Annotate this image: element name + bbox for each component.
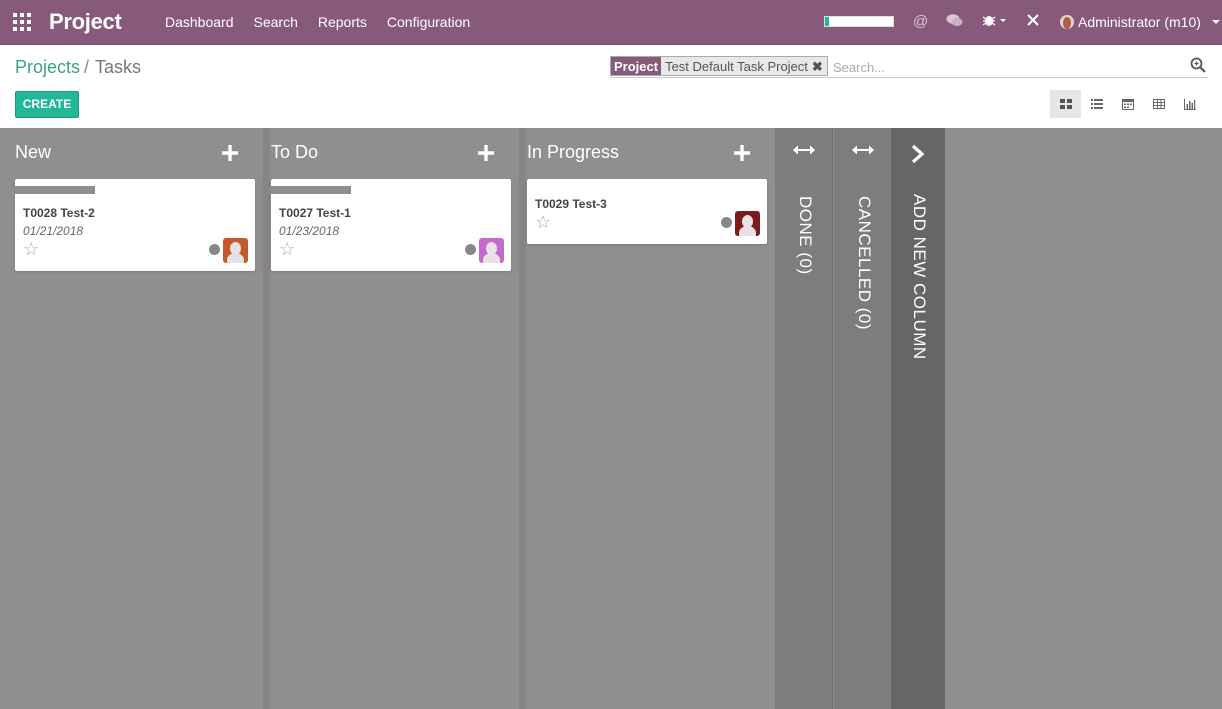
facet-value: Test Default Task Project [665, 59, 808, 74]
facet-value-wrap: Test Default Task Project ✖ [661, 57, 827, 75]
add-column-label: ADD NEW COLUMN [910, 194, 929, 360]
column-title: To Do [271, 142, 319, 162]
kanban-column-new: New T0028 Test-2 01/21/2018 ☆ [0, 128, 263, 709]
kanban-card[interactable]: T0029 Test-3 ☆ [527, 179, 767, 244]
folded-column-done[interactable]: DONE (0) [775, 128, 833, 709]
pivot-view-button[interactable] [1143, 90, 1174, 118]
user-menu[interactable]: Administrator (m10) [1060, 14, 1221, 30]
kanban-board: New T0028 Test-2 01/21/2018 ☆ To Do T002… [0, 128, 1222, 709]
breadcrumb-separator: / [84, 57, 90, 77]
priority-star-icon[interactable]: ☆ [279, 240, 295, 258]
avatar-body [483, 253, 500, 263]
search-view: Project Test Default Task Project ✖ [610, 56, 1208, 78]
column-title: In Progress [527, 142, 620, 162]
card-deadline: 01/23/2018 [279, 224, 340, 238]
top-navbar: Project Dashboard Search Reports Configu… [0, 0, 1222, 45]
chat-icon[interactable] [946, 13, 963, 32]
card-color-bar [15, 186, 95, 194]
calendar-view-button[interactable] [1112, 90, 1143, 118]
debug-bug-icon[interactable] [982, 13, 1006, 32]
kanban-state-dot[interactable] [209, 244, 220, 255]
kanban-card[interactable]: T0028 Test-2 01/21/2018 ☆ [15, 179, 255, 271]
search-input[interactable] [833, 58, 1173, 76]
add-new-column[interactable]: ADD NEW COLUMN [892, 128, 945, 709]
expand-arrows-icon [852, 145, 874, 155]
assignee-avatar [479, 238, 504, 263]
bar-chart-icon [1183, 98, 1195, 110]
avatar-body [739, 226, 756, 236]
card-title: T0027 Test-1 [279, 206, 351, 220]
kanban-card[interactable]: T0027 Test-1 01/23/2018 ☆ [271, 179, 511, 271]
breadcrumb: Projects / Tasks [15, 57, 141, 78]
menu-item-dashboard[interactable]: Dashboard [165, 14, 234, 30]
card-deadline: 01/21/2018 [23, 224, 84, 238]
plus-icon-svg [222, 145, 238, 161]
card-color-bar [271, 186, 351, 194]
assignee-avatar [223, 238, 248, 263]
pivot-table-icon [1152, 99, 1165, 109]
list-view-icon [1090, 99, 1103, 109]
menu-item-configuration[interactable]: Configuration [387, 14, 470, 30]
facet-remove-icon[interactable]: ✖ [812, 58, 823, 74]
user-name: Administrator (m10) [1078, 14, 1201, 30]
kanban-state-dot[interactable] [465, 244, 476, 255]
add-task-plus-icon[interactable] [221, 144, 239, 162]
menu-item-search[interactable]: Search [254, 14, 298, 30]
bug-icon-svg [982, 16, 1006, 26]
mention-icon[interactable]: @ [913, 13, 928, 31]
apps-grid-svg [13, 13, 31, 31]
expand-arrows-icon [793, 145, 815, 155]
calendar-view-icon [1121, 99, 1134, 110]
graph-view-button[interactable] [1174, 90, 1205, 118]
kanban-view-icon [1059, 99, 1072, 109]
avatar-body [227, 253, 244, 263]
plus-icon-svg [734, 145, 750, 161]
apps-grid-icon[interactable] [12, 12, 32, 32]
view-switcher [1050, 90, 1205, 118]
menu-item-reports[interactable]: Reports [318, 14, 367, 30]
app-name[interactable]: Project [49, 9, 122, 35]
tools-close-icon[interactable] [1026, 13, 1040, 32]
folded-column-cancelled[interactable]: CANCELLED (0) [834, 128, 892, 709]
chevron-down-icon [1211, 20, 1220, 24]
assignee-avatar [735, 211, 760, 236]
kanban-view-button[interactable] [1050, 90, 1081, 118]
search-facet[interactable]: Project Test Default Task Project ✖ [610, 56, 828, 76]
user-avatar [1060, 15, 1074, 29]
kanban-state-dot[interactable] [721, 217, 732, 228]
main-menu: Dashboard Search Reports Configuration [165, 14, 470, 30]
folded-column-label: DONE (0) [796, 196, 815, 275]
kanban-column-in-progress: In Progress T0029 Test-3 ☆ [519, 128, 775, 709]
search-icon[interactable] [1190, 57, 1206, 73]
priority-star-icon[interactable]: ☆ [23, 240, 39, 258]
list-view-button[interactable] [1081, 90, 1112, 118]
card-title: T0028 Test-2 [23, 206, 95, 220]
plus-icon-svg [478, 145, 494, 161]
facet-category: Project [611, 57, 662, 75]
priority-star-icon[interactable]: ☆ [535, 213, 551, 231]
progress-fill [825, 17, 830, 26]
add-task-plus-icon[interactable] [733, 144, 751, 162]
folded-column-label: CANCELLED (0) [855, 196, 874, 331]
add-task-plus-icon[interactable] [477, 144, 495, 162]
breadcrumb-tasks: Tasks [95, 57, 142, 77]
create-button[interactable]: CREATE [15, 91, 79, 118]
column-title: New [15, 142, 52, 162]
card-title: T0029 Test-3 [535, 197, 607, 211]
planner-progress-bar[interactable] [824, 16, 894, 27]
breadcrumb-projects[interactable]: Projects [15, 57, 80, 77]
chat-icon-svg [946, 14, 963, 26]
chevron-right-icon [911, 144, 925, 164]
kanban-column-todo: To Do T0027 Test-1 01/23/2018 ☆ [263, 128, 519, 709]
tools-icon-svg [1027, 14, 1039, 26]
